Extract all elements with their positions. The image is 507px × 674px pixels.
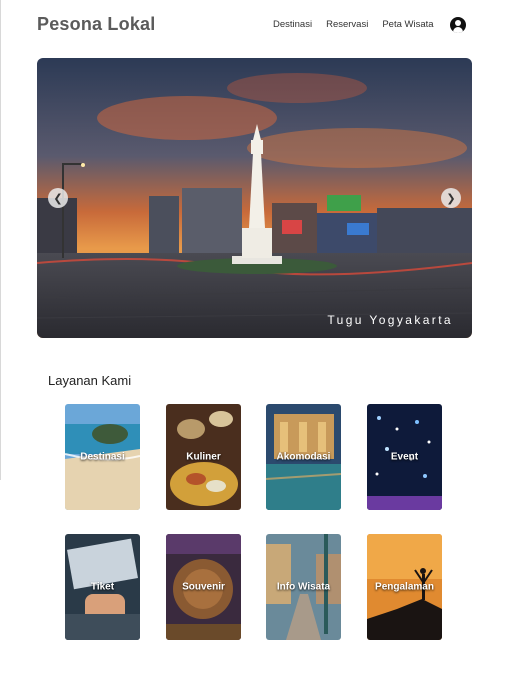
hero-caption: Tugu Yogyakarta bbox=[327, 313, 453, 327]
user-body bbox=[453, 27, 463, 33]
service-card-pengalaman[interactable]: Pengalaman bbox=[367, 534, 442, 640]
service-label: Akomodasi bbox=[276, 451, 331, 463]
service-label: Tiket bbox=[90, 581, 115, 593]
nav-reservasi[interactable]: Reservasi bbox=[326, 19, 368, 30]
service-label: Souvenir bbox=[182, 581, 225, 593]
hero-image bbox=[37, 58, 472, 338]
service-card-destinasi[interactable]: Destinasi bbox=[65, 404, 140, 510]
service-card-info-wisata[interactable]: Info Wisata bbox=[266, 534, 341, 640]
service-card-tiket[interactable]: Tiket bbox=[65, 534, 140, 640]
service-label: Destinasi bbox=[80, 451, 125, 463]
service-label: Pengalaman bbox=[375, 581, 434, 593]
chevron-left-icon: ❮ bbox=[53, 192, 63, 205]
hero-carousel: ❮ ❯ Tugu Yogyakarta bbox=[37, 58, 472, 338]
service-card-souvenir[interactable]: Souvenir bbox=[166, 534, 241, 640]
nav-destinasi[interactable]: Destinasi bbox=[273, 19, 312, 30]
service-label: Info Wisata bbox=[276, 581, 331, 593]
user-circle-icon[interactable] bbox=[450, 17, 466, 33]
main-nav: Destinasi Reservasi Peta Wisata bbox=[273, 19, 434, 30]
page-divider bbox=[0, 0, 1, 480]
nav-peta-wisata[interactable]: Peta Wisata bbox=[382, 19, 433, 30]
user-head bbox=[455, 20, 461, 26]
carousel-prev-button[interactable]: ❮ bbox=[48, 188, 68, 208]
service-label: Kuliner bbox=[186, 451, 221, 463]
services-title: Layanan Kami bbox=[48, 373, 132, 388]
chevron-right-icon: ❯ bbox=[446, 192, 456, 205]
service-card-event[interactable]: Event bbox=[367, 404, 442, 510]
service-card-kuliner[interactable]: Kuliner bbox=[166, 404, 241, 510]
service-card-akomodasi[interactable]: Akomodasi bbox=[266, 404, 341, 510]
brand-logo[interactable]: Pesona Lokal bbox=[37, 14, 155, 35]
carousel-next-button[interactable]: ❯ bbox=[441, 188, 461, 208]
service-label: Event bbox=[390, 451, 419, 463]
